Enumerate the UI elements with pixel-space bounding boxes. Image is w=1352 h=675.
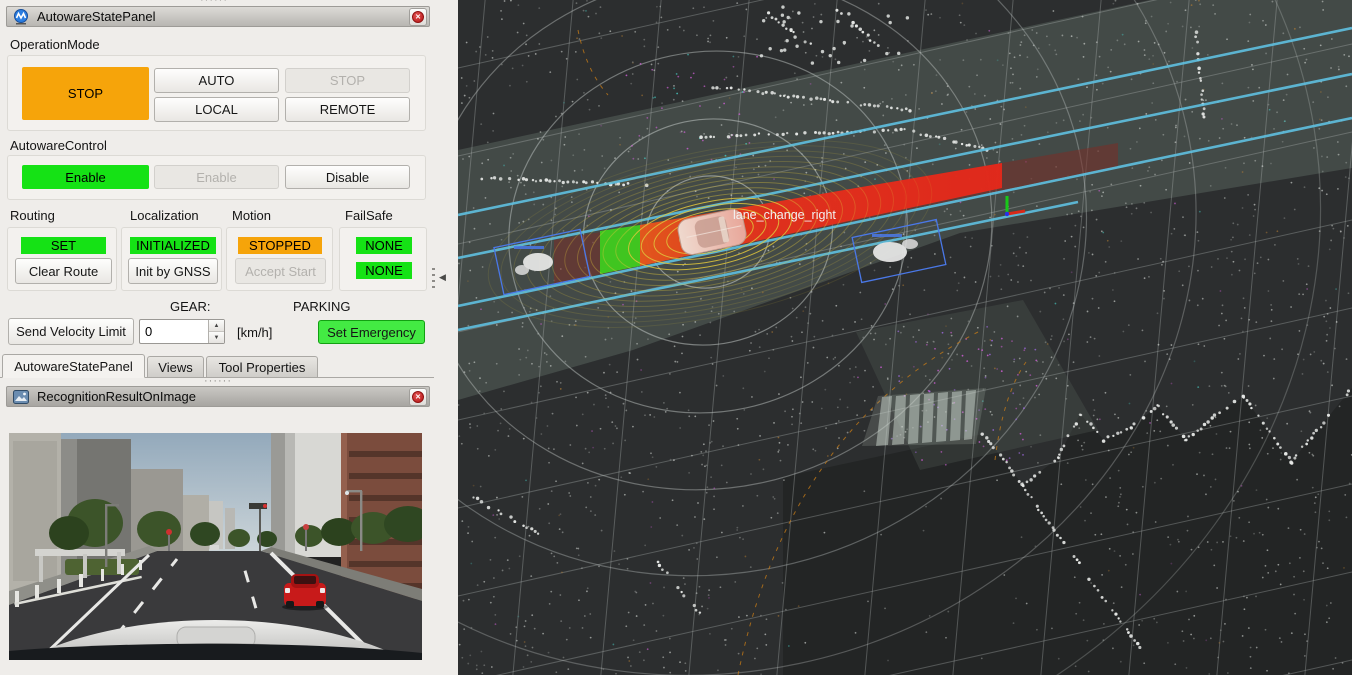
autoware-control-group: Enable Enable Disable <box>7 155 426 200</box>
dock-handle-icon[interactable]: ······ <box>204 378 232 384</box>
failsafe-group: NONE NONE <box>339 227 427 291</box>
autoware-control-current-indicator: Enable <box>22 165 149 189</box>
routing-status-badge: SET <box>21 237 106 254</box>
gear-label: GEAR: <box>170 299 210 314</box>
close-button[interactable]: ✕ <box>409 388 427 406</box>
auto-button[interactable]: AUTO <box>154 68 279 93</box>
localization-heading: Localization <box>130 208 199 223</box>
tab-views[interactable]: Views <box>147 356 204 378</box>
panel-title: AutowareStatePanel <box>37 9 156 24</box>
motion-heading: Motion <box>232 208 271 223</box>
send-velocity-limit-button[interactable]: Send Velocity Limit <box>8 318 134 345</box>
routing-group: SET Clear Route <box>7 227 117 291</box>
image-icon <box>13 390 29 404</box>
rviz-3d-viewport[interactable]: lane_change_right <box>458 0 1352 675</box>
failsafe-status-bottom-badge: NONE <box>356 262 412 279</box>
behavior-annotation-label: lane_change_right <box>733 208 836 222</box>
close-button[interactable]: ✕ <box>409 8 427 26</box>
panel-title: RecognitionResultOnImage <box>37 389 196 404</box>
spin-up-icon[interactable]: ▲ <box>209 320 224 332</box>
autoware-state-panel-titlebar[interactable]: AutowareStatePanel ✕ <box>6 6 430 27</box>
crosswalk <box>862 388 986 446</box>
rviz-window: ······ AutowareStatePanel ✕ OperationMod… <box>0 0 1352 675</box>
tab-autoware-state-panel[interactable]: AutowareStatePanel <box>2 354 145 378</box>
operation-mode-heading: OperationMode <box>10 37 100 52</box>
collapse-arrow-icon[interactable]: ◀ <box>439 272 446 283</box>
clear-route-button[interactable]: Clear Route <box>15 258 112 284</box>
operation-mode-group: STOP AUTO STOP LOCAL REMOTE <box>7 55 426 131</box>
accept-start-button[interactable]: Accept Start <box>235 258 326 284</box>
recognition-camera-image <box>9 433 422 660</box>
failsafe-heading: FailSafe <box>345 208 393 223</box>
trajectory-start-segment <box>600 225 640 274</box>
routing-heading: Routing <box>10 208 55 223</box>
set-emergency-button[interactable]: Set Emergency <box>318 320 425 344</box>
remote-button[interactable]: REMOTE <box>285 97 410 122</box>
motion-status-badge: STOPPED <box>238 237 322 254</box>
local-button[interactable]: LOCAL <box>154 97 279 122</box>
localization-status-badge: INITIALIZED <box>130 237 216 254</box>
left-dock-area: ······ AutowareStatePanel ✕ OperationMod… <box>0 0 458 675</box>
operation-mode-current-indicator: STOP <box>22 67 149 120</box>
autoware-logo-icon <box>13 9 29 25</box>
recognition-panel-titlebar[interactable]: RecognitionResultOnImage ✕ <box>6 386 430 407</box>
splitter-handle[interactable] <box>432 268 435 292</box>
localization-group: INITIALIZED Init by GNSS <box>121 227 222 291</box>
spin-down-icon[interactable]: ▼ <box>209 332 224 343</box>
close-icon: ✕ <box>412 391 424 403</box>
failsafe-status-top-badge: NONE <box>356 237 412 254</box>
enable-button[interactable]: Enable <box>154 165 279 189</box>
init-by-gnss-button[interactable]: Init by GNSS <box>128 258 218 284</box>
motion-group: STOPPED Accept Start <box>226 227 333 291</box>
close-icon: ✕ <box>412 11 424 23</box>
dock-handle-icon[interactable]: ······ <box>200 0 228 3</box>
stop-button[interactable]: STOP <box>285 68 410 93</box>
disable-button[interactable]: Disable <box>285 165 410 189</box>
gear-value: PARKING <box>293 299 351 314</box>
velocity-limit-input[interactable] <box>140 320 208 343</box>
autoware-control-heading: AutowareControl <box>10 138 107 153</box>
velocity-limit-spinbox[interactable]: ▲ ▼ <box>139 319 225 344</box>
spinbox-arrows[interactable]: ▲ ▼ <box>208 320 224 343</box>
velocity-unit-label: [km/h] <box>237 325 272 340</box>
